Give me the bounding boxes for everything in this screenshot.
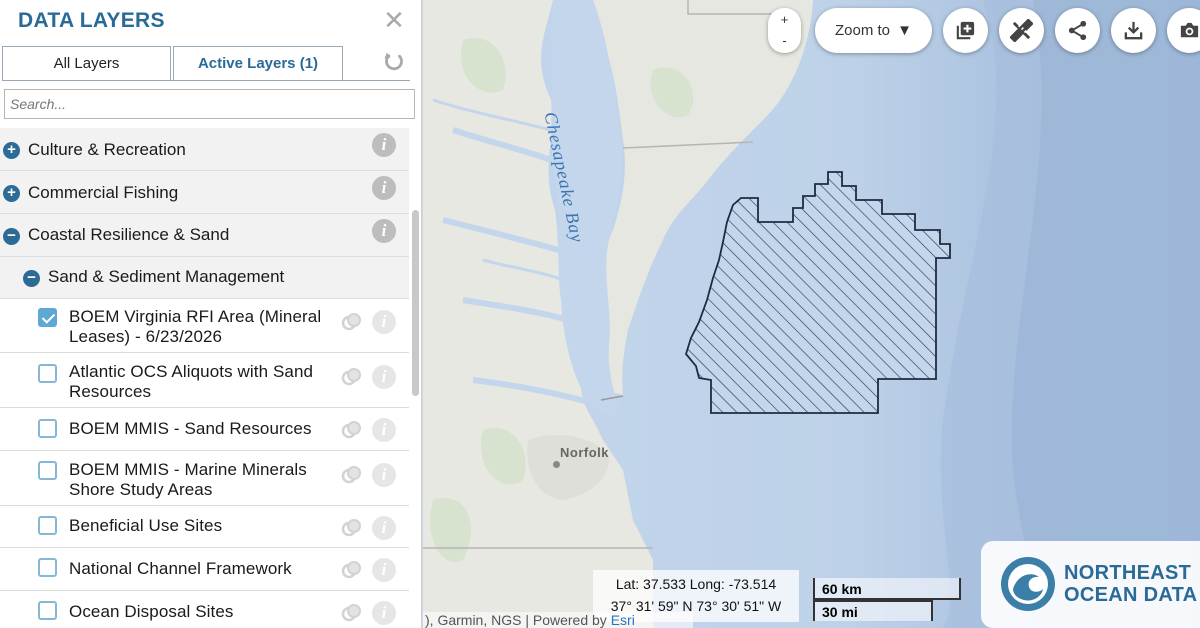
scale-km: 60 km: [813, 578, 961, 600]
measure-icon: [1010, 19, 1033, 42]
share-button[interactable]: [1055, 8, 1100, 53]
layer-opacity-icon[interactable]: [340, 365, 364, 389]
category-commercial-fishing[interactable]: + Commercial Fishing i: [0, 171, 409, 214]
esri-link[interactable]: Esri: [611, 612, 635, 628]
layer-checkbox[interactable]: [38, 601, 57, 620]
logo-wave-icon: [1001, 557, 1055, 611]
sidebar-scrollbar[interactable]: [412, 210, 419, 396]
tab-active-layers[interactable]: Active Layers (1): [173, 46, 343, 81]
zoom-out-button[interactable]: -: [768, 33, 801, 48]
zoom-to-dropdown[interactable]: Zoom to ▼: [815, 8, 932, 53]
collapse-minus-icon[interactable]: −: [3, 228, 20, 245]
info-icon[interactable]: i: [372, 133, 396, 157]
download-icon: [1124, 21, 1143, 40]
layer-opacity-icon[interactable]: [340, 601, 364, 625]
layer-item-boem-mmis-sand[interactable]: BOEM MMIS - Sand Resources i: [0, 408, 409, 451]
info-icon[interactable]: i: [372, 516, 396, 540]
download-button[interactable]: [1111, 8, 1156, 53]
city-label-norfolk: Norfolk: [560, 445, 609, 460]
layer-item-atlantic-ocs-aliquots[interactable]: Atlantic OCS Aliquots with Sand Resource…: [0, 353, 409, 408]
tab-divider: [2, 80, 410, 81]
tab-all-layers[interactable]: All Layers: [2, 46, 171, 81]
layer-checkbox[interactable]: [38, 558, 57, 577]
zoom-control: + -: [768, 8, 801, 53]
collapse-minus-icon[interactable]: −: [23, 270, 40, 287]
northeast-ocean-data-logo[interactable]: NORTHEAST OCEAN DATA: [981, 541, 1200, 628]
brand-line-2: OCEAN DATA: [1064, 584, 1198, 606]
category-culture-recreation[interactable]: + Culture & Recreation i: [0, 128, 409, 171]
layer-item-national-channel[interactable]: National Channel Framework i: [0, 548, 409, 591]
layer-opacity-icon[interactable]: [340, 418, 364, 442]
caret-down-icon: ▼: [897, 22, 913, 39]
add-layer-icon: [956, 21, 975, 40]
layer-label: Atlantic OCS Aliquots with Sand Resource…: [69, 362, 314, 401]
info-icon[interactable]: i: [372, 176, 396, 200]
category-label: Commercial Fishing: [28, 183, 179, 202]
info-icon[interactable]: i: [372, 219, 396, 243]
city-marker: [553, 461, 560, 468]
reset-icon[interactable]: [382, 49, 406, 73]
scale-bar: 60 km 30 mi: [813, 578, 963, 622]
subcategory-label: Sand & Sediment Management: [48, 267, 285, 286]
brand-line-1: NORTHEAST: [1064, 562, 1192, 584]
info-icon[interactable]: i: [372, 310, 396, 334]
lat-long-text: Lat: 37.533 Long: -73.514: [615, 576, 777, 592]
layer-label: BOEM Virginia RFI Area (Mineral Leases) …: [69, 307, 322, 346]
category-coastal-resilience-sand[interactable]: − Coastal Resilience & Sand i: [0, 214, 409, 257]
category-label: Coastal Resilience & Sand: [28, 225, 230, 244]
camera-icon: [1180, 22, 1199, 38]
layer-label: National Channel Framework: [69, 559, 292, 578]
layer-checkbox[interactable]: [38, 308, 57, 327]
subcategory-sand-sediment[interactable]: − Sand & Sediment Management: [0, 257, 409, 299]
layer-opacity-icon[interactable]: [340, 310, 364, 334]
scale-mi: 30 mi: [813, 600, 933, 621]
zoom-in-button[interactable]: +: [768, 12, 801, 27]
measure-button[interactable]: [999, 8, 1044, 53]
expand-plus-icon[interactable]: +: [3, 185, 20, 202]
map-attribution: ), Garmin, NGS | Powered by Esri: [423, 612, 693, 628]
layer-label: BOEM MMIS - Sand Resources: [69, 419, 312, 438]
layer-opacity-icon[interactable]: [340, 463, 364, 487]
layer-checkbox[interactable]: [38, 364, 57, 383]
layer-label: BOEM MMIS - Marine Minerals Shore Study …: [69, 460, 307, 499]
layer-opacity-icon[interactable]: [340, 516, 364, 540]
info-icon[interactable]: i: [372, 601, 396, 625]
layer-checkbox[interactable]: [38, 516, 57, 535]
map-view[interactable]: Chesapeake Bay Norfolk + - Zoom to ▼ Lat…: [423, 0, 1200, 628]
zoom-to-label: Zoom to: [834, 22, 890, 39]
info-icon[interactable]: i: [372, 418, 396, 442]
layer-item-ocean-disposal[interactable]: Ocean Disposal Sites i: [0, 591, 409, 628]
layer-item-boem-mmis-shore[interactable]: BOEM MMIS - Marine Minerals Shore Study …: [0, 451, 409, 506]
info-icon[interactable]: i: [372, 365, 396, 389]
info-icon[interactable]: i: [372, 463, 396, 487]
basemap: [423, 0, 1200, 628]
category-label: Culture & Recreation: [28, 140, 186, 159]
attribution-text: ), Garmin, NGS | Powered by: [425, 612, 611, 628]
data-layers-panel: DATA LAYERS ✕ All Layers Active Layers (…: [0, 0, 422, 628]
layer-checkbox[interactable]: [38, 461, 57, 480]
layer-checkbox[interactable]: [38, 419, 57, 438]
panel-title: DATA LAYERS: [18, 9, 165, 32]
share-icon: [1068, 20, 1087, 41]
expand-plus-icon[interactable]: +: [3, 142, 20, 159]
layer-label: Ocean Disposal Sites: [69, 602, 234, 621]
layer-item-beneficial-use[interactable]: Beneficial Use Sites i: [0, 506, 409, 548]
layer-opacity-icon[interactable]: [340, 558, 364, 582]
layer-label: Beneficial Use Sites: [69, 516, 223, 535]
layer-item-boem-virginia-rfi[interactable]: BOEM Virginia RFI Area (Mineral Leases) …: [0, 299, 409, 353]
close-icon[interactable]: ✕: [382, 7, 406, 33]
info-icon[interactable]: i: [372, 558, 396, 582]
search-input[interactable]: [4, 89, 415, 119]
add-layer-button[interactable]: [943, 8, 988, 53]
